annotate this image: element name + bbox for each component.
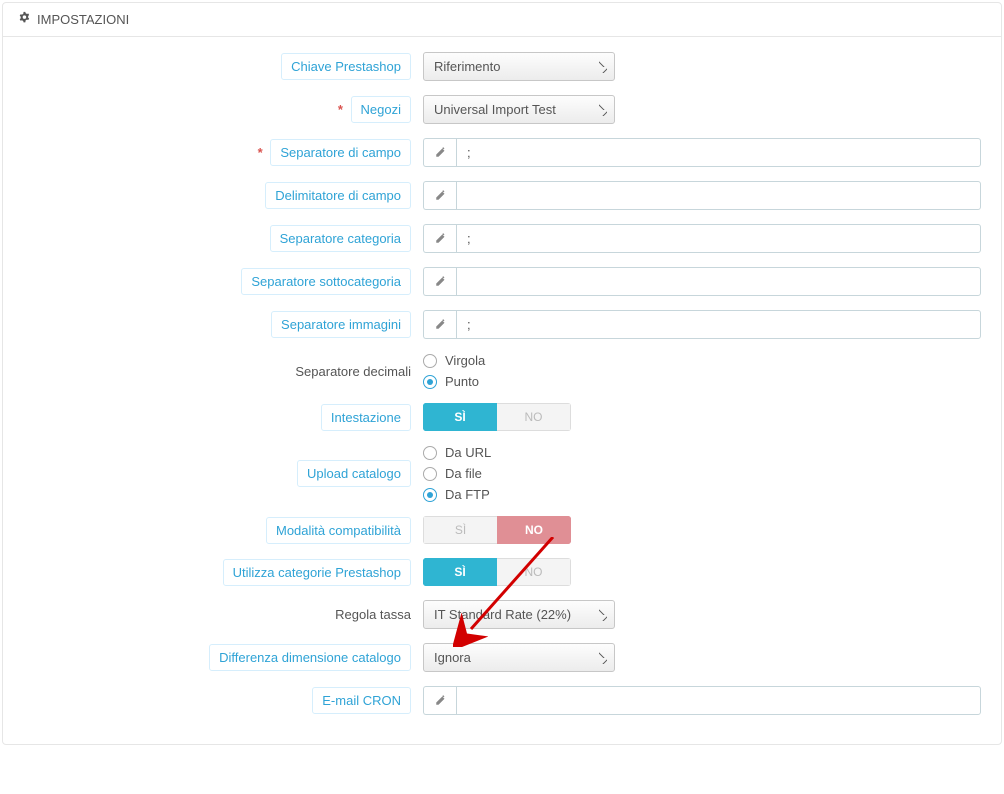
label-email-cron[interactable]: E-mail CRON — [312, 687, 411, 714]
select-chiave-prestashop[interactable]: Riferimento — [423, 52, 615, 81]
radio-virgola[interactable] — [423, 354, 437, 368]
edit-icon[interactable] — [423, 310, 456, 339]
radio-da-url-label: Da URL — [445, 445, 491, 460]
select-negozi[interactable]: Universal Import Test — [423, 95, 615, 124]
row-sep-immagini: Separatore immagini — [23, 310, 981, 339]
row-regola-tassa: Regola tassa IT Standard Rate (22%) — [23, 600, 981, 629]
switch-utilizza-cat-yes[interactable]: SÌ — [423, 558, 497, 586]
label-upload-catalogo[interactable]: Upload catalogo — [297, 460, 411, 487]
switch-mod-compat-no[interactable]: NO — [497, 516, 571, 544]
radio-ftp-wrap[interactable]: Da FTP — [423, 487, 490, 502]
label-sep-decimali: Separatore decimali — [295, 359, 411, 384]
label-intestazione[interactable]: Intestazione — [321, 404, 411, 431]
switch-mod-compat: SÌ NO — [423, 516, 571, 544]
input-sep-sottocat[interactable] — [456, 267, 981, 296]
row-sep-decimali: Separatore decimali Virgola Punto — [23, 353, 981, 389]
select-regola-tassa[interactable]: IT Standard Rate (22%) — [423, 600, 615, 629]
row-email-cron: E-mail CRON — [23, 686, 981, 715]
row-utilizza-cat: Utilizza categorie Prestashop SÌ NO — [23, 558, 981, 586]
row-delim-campo: Delimitatore di campo — [23, 181, 981, 210]
radio-punto[interactable] — [423, 375, 437, 389]
row-diff-dim-cat: Differenza dimensione catalogo Ignora — [23, 643, 981, 672]
input-sep-categoria[interactable] — [456, 224, 981, 253]
input-delim-campo[interactable] — [456, 181, 981, 210]
label-delim-campo[interactable]: Delimitatore di campo — [265, 182, 411, 209]
settings-panel: IMPOSTAZIONI Chiave Prestashop Riferimen… — [2, 2, 1002, 745]
input-email-cron[interactable] — [456, 686, 981, 715]
edit-icon[interactable] — [423, 138, 456, 167]
arrow-annotation-icon — [453, 537, 563, 647]
row-chiave-prestashop: Chiave Prestashop Riferimento — [23, 52, 981, 81]
edit-icon[interactable] — [423, 224, 456, 253]
row-upload-catalogo: Upload catalogo Da URL Da file Da FTP — [23, 445, 981, 502]
radio-virgola-wrap[interactable]: Virgola — [423, 353, 485, 368]
label-utilizza-cat[interactable]: Utilizza categorie Prestashop — [223, 559, 411, 586]
radio-file-wrap[interactable]: Da file — [423, 466, 482, 481]
label-diff-dim-cat[interactable]: Differenza dimensione catalogo — [209, 644, 411, 671]
radio-url-wrap[interactable]: Da URL — [423, 445, 491, 460]
switch-utilizza-cat-no[interactable]: NO — [497, 558, 571, 586]
input-sep-immagini[interactable] — [456, 310, 981, 339]
panel-heading: IMPOSTAZIONI — [3, 3, 1001, 37]
panel-title: IMPOSTAZIONI — [37, 12, 129, 27]
input-sep-campo[interactable] — [456, 138, 981, 167]
edit-icon[interactable] — [423, 686, 456, 715]
radio-punto-wrap[interactable]: Punto — [423, 374, 479, 389]
label-mod-compat[interactable]: Modalità compatibilità — [266, 517, 411, 544]
radio-virgola-label: Virgola — [445, 353, 485, 368]
radio-da-file[interactable] — [423, 467, 437, 481]
edit-icon[interactable] — [423, 267, 456, 296]
panel-body: Chiave Prestashop Riferimento * Negozi U… — [3, 37, 1001, 744]
switch-utilizza-cat: SÌ NO — [423, 558, 571, 586]
label-sep-immagini[interactable]: Separatore immagini — [271, 311, 411, 338]
switch-mod-compat-yes[interactable]: SÌ — [423, 516, 497, 544]
select-diff-dim-cat[interactable]: Ignora — [423, 643, 615, 672]
switch-intestazione-yes[interactable]: SÌ — [423, 403, 497, 431]
radio-punto-label: Punto — [445, 374, 479, 389]
required-asterisk: * — [258, 145, 263, 160]
row-sep-campo: * Separatore di campo — [23, 138, 981, 167]
radio-da-ftp[interactable] — [423, 488, 437, 502]
label-negozi[interactable]: Negozi — [351, 96, 411, 123]
required-asterisk: * — [338, 102, 343, 117]
row-intestazione: Intestazione SÌ NO — [23, 403, 981, 431]
label-sep-sottocat[interactable]: Separatore sottocategoria — [241, 268, 411, 295]
row-negozi: * Negozi Universal Import Test — [23, 95, 981, 124]
row-sep-sottocat: Separatore sottocategoria — [23, 267, 981, 296]
switch-intestazione: SÌ NO — [423, 403, 571, 431]
row-mod-compat: Modalità compatibilità SÌ NO — [23, 516, 981, 544]
label-sep-campo[interactable]: Separatore di campo — [270, 139, 411, 166]
radio-da-ftp-label: Da FTP — [445, 487, 490, 502]
switch-intestazione-no[interactable]: NO — [497, 403, 571, 431]
row-sep-categoria: Separatore categoria — [23, 224, 981, 253]
radio-da-url[interactable] — [423, 446, 437, 460]
cogs-icon — [17, 11, 31, 28]
label-chiave-prestashop[interactable]: Chiave Prestashop — [281, 53, 411, 80]
label-regola-tassa: Regola tassa — [335, 602, 411, 627]
radio-da-file-label: Da file — [445, 466, 482, 481]
edit-icon[interactable] — [423, 181, 456, 210]
label-sep-categoria[interactable]: Separatore categoria — [270, 225, 411, 252]
